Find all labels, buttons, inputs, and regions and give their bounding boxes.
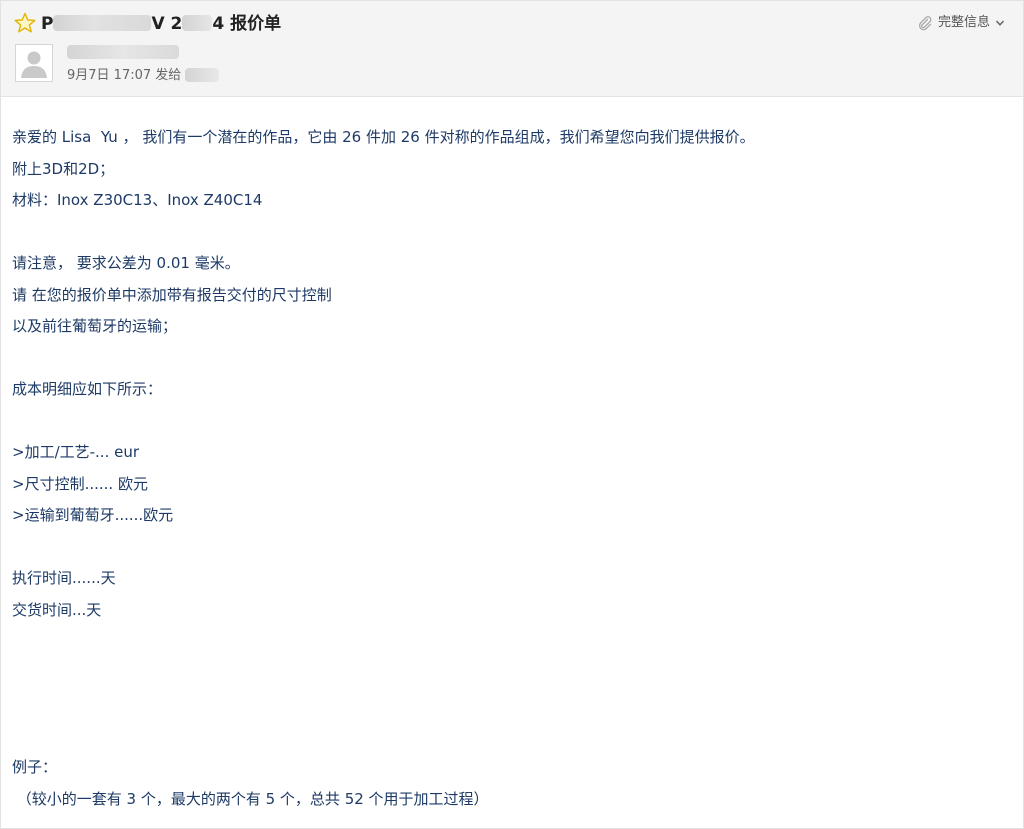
subject-text-middle: V 2 xyxy=(151,14,183,34)
body-line: >运输到葡萄牙......欧元 xyxy=(12,506,174,524)
email-header: P V 2 4 报价单 完整信息 9月7日 17:07 发给 xyxy=(1,1,1023,97)
redacted-sender-name xyxy=(67,45,179,59)
redacted-recipient xyxy=(185,68,220,82)
body-line: >加工/工艺-... eur xyxy=(12,443,140,461)
body-line: 材料：Inox Z30C13、Inox Z40C14 xyxy=(12,191,263,209)
body-line: 成本明细应如下所示： xyxy=(12,380,163,398)
full-info-button[interactable]: 完整信息 xyxy=(917,13,1005,33)
email-subject: P V 2 4 报价单 xyxy=(41,11,281,37)
body-line: （较小的一套有 3 个，最大的两个有 5 个，总共 52 个用于加工过程） xyxy=(12,789,489,808)
avatar[interactable] xyxy=(15,44,53,82)
body-line: 请注意， 要求公差为 0.01 毫米。 xyxy=(12,254,240,272)
body-line: 亲爱的 Lisa Yu ， 我们有一个潜在的作品，它由 26 件加 26 件对称… xyxy=(12,128,755,146)
body-line xyxy=(12,626,1002,658)
star-icon[interactable] xyxy=(13,11,37,35)
sent-to-label: 发给 xyxy=(155,68,182,83)
full-info-label: 完整信息 xyxy=(937,15,990,30)
paperclip-icon xyxy=(918,16,932,31)
body-line xyxy=(12,406,1002,438)
chevron-down-icon xyxy=(995,20,1005,26)
redacted-subject-part xyxy=(53,15,152,31)
subject-text-end: 4 报价单 xyxy=(212,14,282,34)
redacted-subject-part-2 xyxy=(182,15,213,31)
body-line xyxy=(12,217,1002,249)
user-silhouette-icon xyxy=(21,51,47,78)
body-line: 请 在您的报价单中添加带有报告交付的尺寸控制 xyxy=(12,285,332,304)
body-line xyxy=(12,689,1002,721)
body-line: 以及前往葡萄牙的运输； xyxy=(12,317,178,335)
body-line xyxy=(12,343,1002,375)
body-line: >尺寸控制...... 欧元 xyxy=(12,474,148,493)
body-line: 附上3D和2D； xyxy=(12,159,115,178)
body-line: 交货时间...天 xyxy=(12,600,102,619)
body-line: 例子： xyxy=(12,758,58,776)
subject-text-start: P xyxy=(41,14,54,34)
body-line xyxy=(12,721,1002,753)
body-line xyxy=(12,532,1002,564)
email-meta: 9月7日 17:07 发给 xyxy=(67,66,220,86)
email-body: 亲爱的 Lisa Yu ， 我们有一个潜在的作品，它由 26 件加 26 件对称… xyxy=(12,122,1002,815)
body-line: 执行时间......天 xyxy=(12,569,116,587)
body-line xyxy=(12,658,1002,690)
sent-datetime: 9月7日 17:07 xyxy=(67,68,152,83)
